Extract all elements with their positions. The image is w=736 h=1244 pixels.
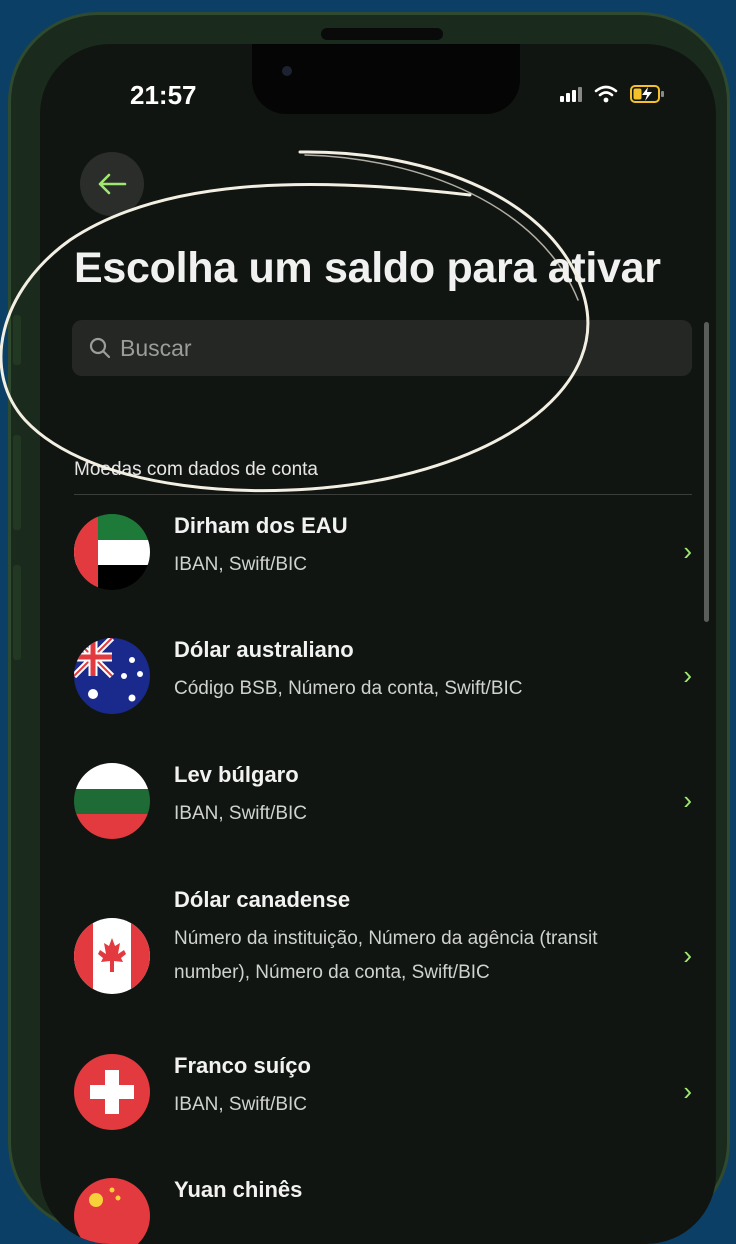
list-item[interactable]: Lev búlgaro IBAN, Swift/BIC › (74, 762, 694, 873)
ca-flag-icon (74, 918, 150, 994)
volume-up-button (13, 435, 21, 530)
currency-details: Número da instituição, Número da agência… (174, 928, 598, 983)
au-flag-icon (74, 638, 150, 714)
list-item[interactable]: Dólar australiano Código BSB, Número da … (74, 637, 694, 748)
back-button[interactable] (80, 152, 144, 216)
currency-details: IBAN, Swift/BIC (174, 554, 308, 575)
chevron-right-icon: › (683, 785, 692, 815)
scrollbar[interactable] (704, 322, 709, 622)
signal-icon (560, 86, 582, 102)
list-item[interactable]: Yuan chinês (74, 1177, 694, 1244)
page-title: Escolha um saldo para ativar (74, 244, 661, 292)
currency-name: Franco suíço (174, 1053, 311, 1078)
search-icon (89, 337, 111, 359)
currency-details: IBAN, Swift/BIC (174, 1094, 308, 1115)
list-item[interactable]: Franco suíço IBAN, Swift/BIC › (74, 1053, 694, 1164)
app-screen: 21:57 Escolha um saldo para ativar Busca… (40, 44, 716, 1244)
currency-details: IBAN, Swift/BIC (174, 803, 308, 824)
battery-charging-icon (630, 84, 666, 104)
arrow-left-icon (98, 173, 127, 195)
currency-name: Yuan chinês (174, 1177, 303, 1202)
chevron-right-icon: › (683, 1076, 692, 1106)
divider (74, 494, 692, 495)
wifi-icon (594, 85, 618, 103)
currency-name: Dólar australiano (174, 637, 354, 662)
camera-icon (282, 66, 292, 76)
section-header: Moedas com dados de conta (74, 459, 318, 480)
status-icons (560, 84, 666, 104)
currency-name: Dólar canadense (174, 887, 351, 912)
search-input[interactable] (118, 333, 662, 363)
notch (252, 44, 520, 114)
ae-flag-icon (74, 514, 150, 590)
search-field[interactable] (72, 320, 692, 376)
chevron-right-icon: › (683, 536, 692, 566)
volume-down-button (13, 565, 21, 660)
mute-switch (13, 315, 21, 365)
currency-name: Lev búlgaro (174, 762, 299, 787)
status-time: 21:57 (130, 80, 197, 110)
currency-details: Código BSB, Número da conta, Swift/BIC (174, 678, 523, 699)
bg-flag-icon (74, 763, 150, 839)
ch-flag-icon (74, 1054, 150, 1130)
chevron-right-icon: › (683, 660, 692, 690)
currency-name: Dirham dos EAU (174, 513, 348, 538)
list-item[interactable]: Dirham dos EAU IBAN, Swift/BIC › (74, 513, 694, 624)
speaker-grille (321, 28, 443, 40)
cn-flag-icon (74, 1178, 150, 1244)
list-item[interactable]: Dólar canadense Número da instituição, N… (74, 887, 694, 1038)
chevron-right-icon: › (683, 940, 692, 970)
